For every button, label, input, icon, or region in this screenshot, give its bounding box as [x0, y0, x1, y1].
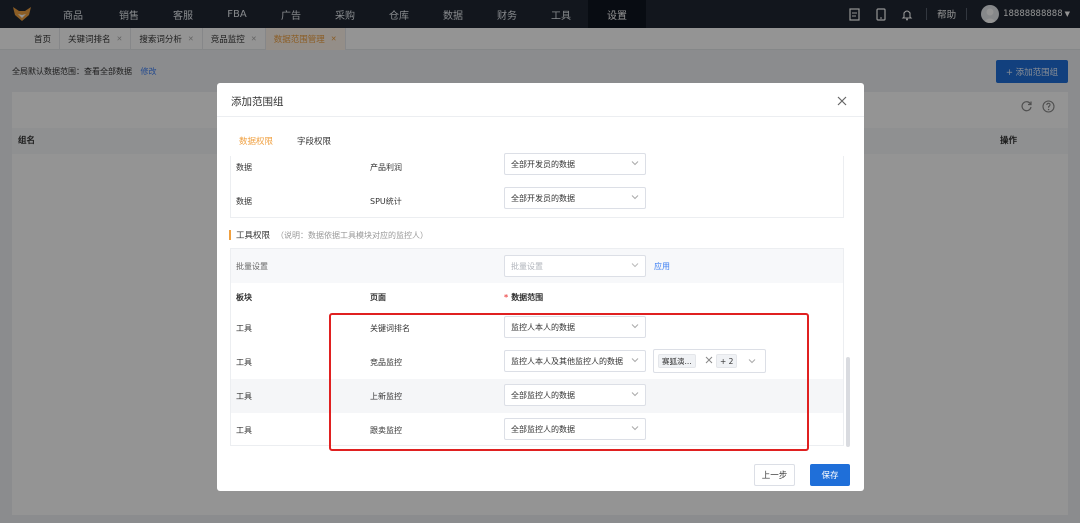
chevron-down-icon [631, 195, 639, 200]
section-marker [229, 230, 231, 240]
column-board: 板块 [236, 293, 252, 302]
column-page: 页面 [370, 293, 386, 302]
batch-label: 批量设置 [236, 262, 268, 271]
board-cell: 工具 [236, 324, 252, 333]
chevron-down-icon [631, 161, 639, 166]
scope-select[interactable]: 全部开发员的数据 [504, 153, 646, 175]
dialog-title: 添加范围组 [231, 96, 284, 108]
section-note: （说明：数据依据工具模块对应的监控人） [276, 230, 429, 240]
board-cell: 工具 [236, 426, 252, 435]
section-title: 工具权限 [236, 231, 271, 241]
table-row: 数据 产品利润 全部开发员的数据 [231, 150, 843, 184]
table-row: 数据 SPU统计 全部开发员的数据 [231, 184, 843, 218]
batch-select[interactable]: 批量设置 [504, 255, 646, 277]
data-permission-table: 数据 产品利润 全部开发员的数据 数据 SPU统计 全部开发员的数据 [230, 153, 844, 218]
board-cell: 工具 [236, 358, 252, 367]
column-data-scope: * 数据范围 [504, 293, 544, 302]
permission-tabs: 数据权限 字段权限 [239, 135, 355, 151]
divider [217, 116, 864, 117]
highlight-annotation-box [329, 313, 809, 451]
board-cell: 数据 [236, 197, 252, 206]
page-cell: 产品利润 [370, 163, 402, 172]
tool-permission-section-header: 工具权限 （说明：数据依据工具模块对应的监控人） [229, 229, 428, 241]
table-header: 板块 页面 * 数据范围 [231, 283, 843, 311]
chevron-down-icon [631, 263, 639, 268]
previous-step-button[interactable]: 上一步 [754, 464, 795, 486]
scrollbar[interactable] [846, 357, 850, 447]
tab-data-permission[interactable]: 数据权限 [239, 135, 273, 151]
close-icon[interactable] [836, 95, 850, 109]
page-cell: SPU统计 [370, 197, 402, 206]
board-cell: 工具 [236, 392, 252, 401]
scope-select[interactable]: 全部开发员的数据 [504, 187, 646, 209]
batch-settings-row: 批量设置 批量设置 应用 [231, 249, 843, 283]
tab-field-permission[interactable]: 字段权限 [297, 135, 331, 151]
board-cell: 数据 [236, 163, 252, 172]
required-marker: * [504, 293, 509, 302]
apply-link[interactable]: 应用 [654, 261, 670, 272]
save-button[interactable]: 保存 [810, 464, 850, 486]
